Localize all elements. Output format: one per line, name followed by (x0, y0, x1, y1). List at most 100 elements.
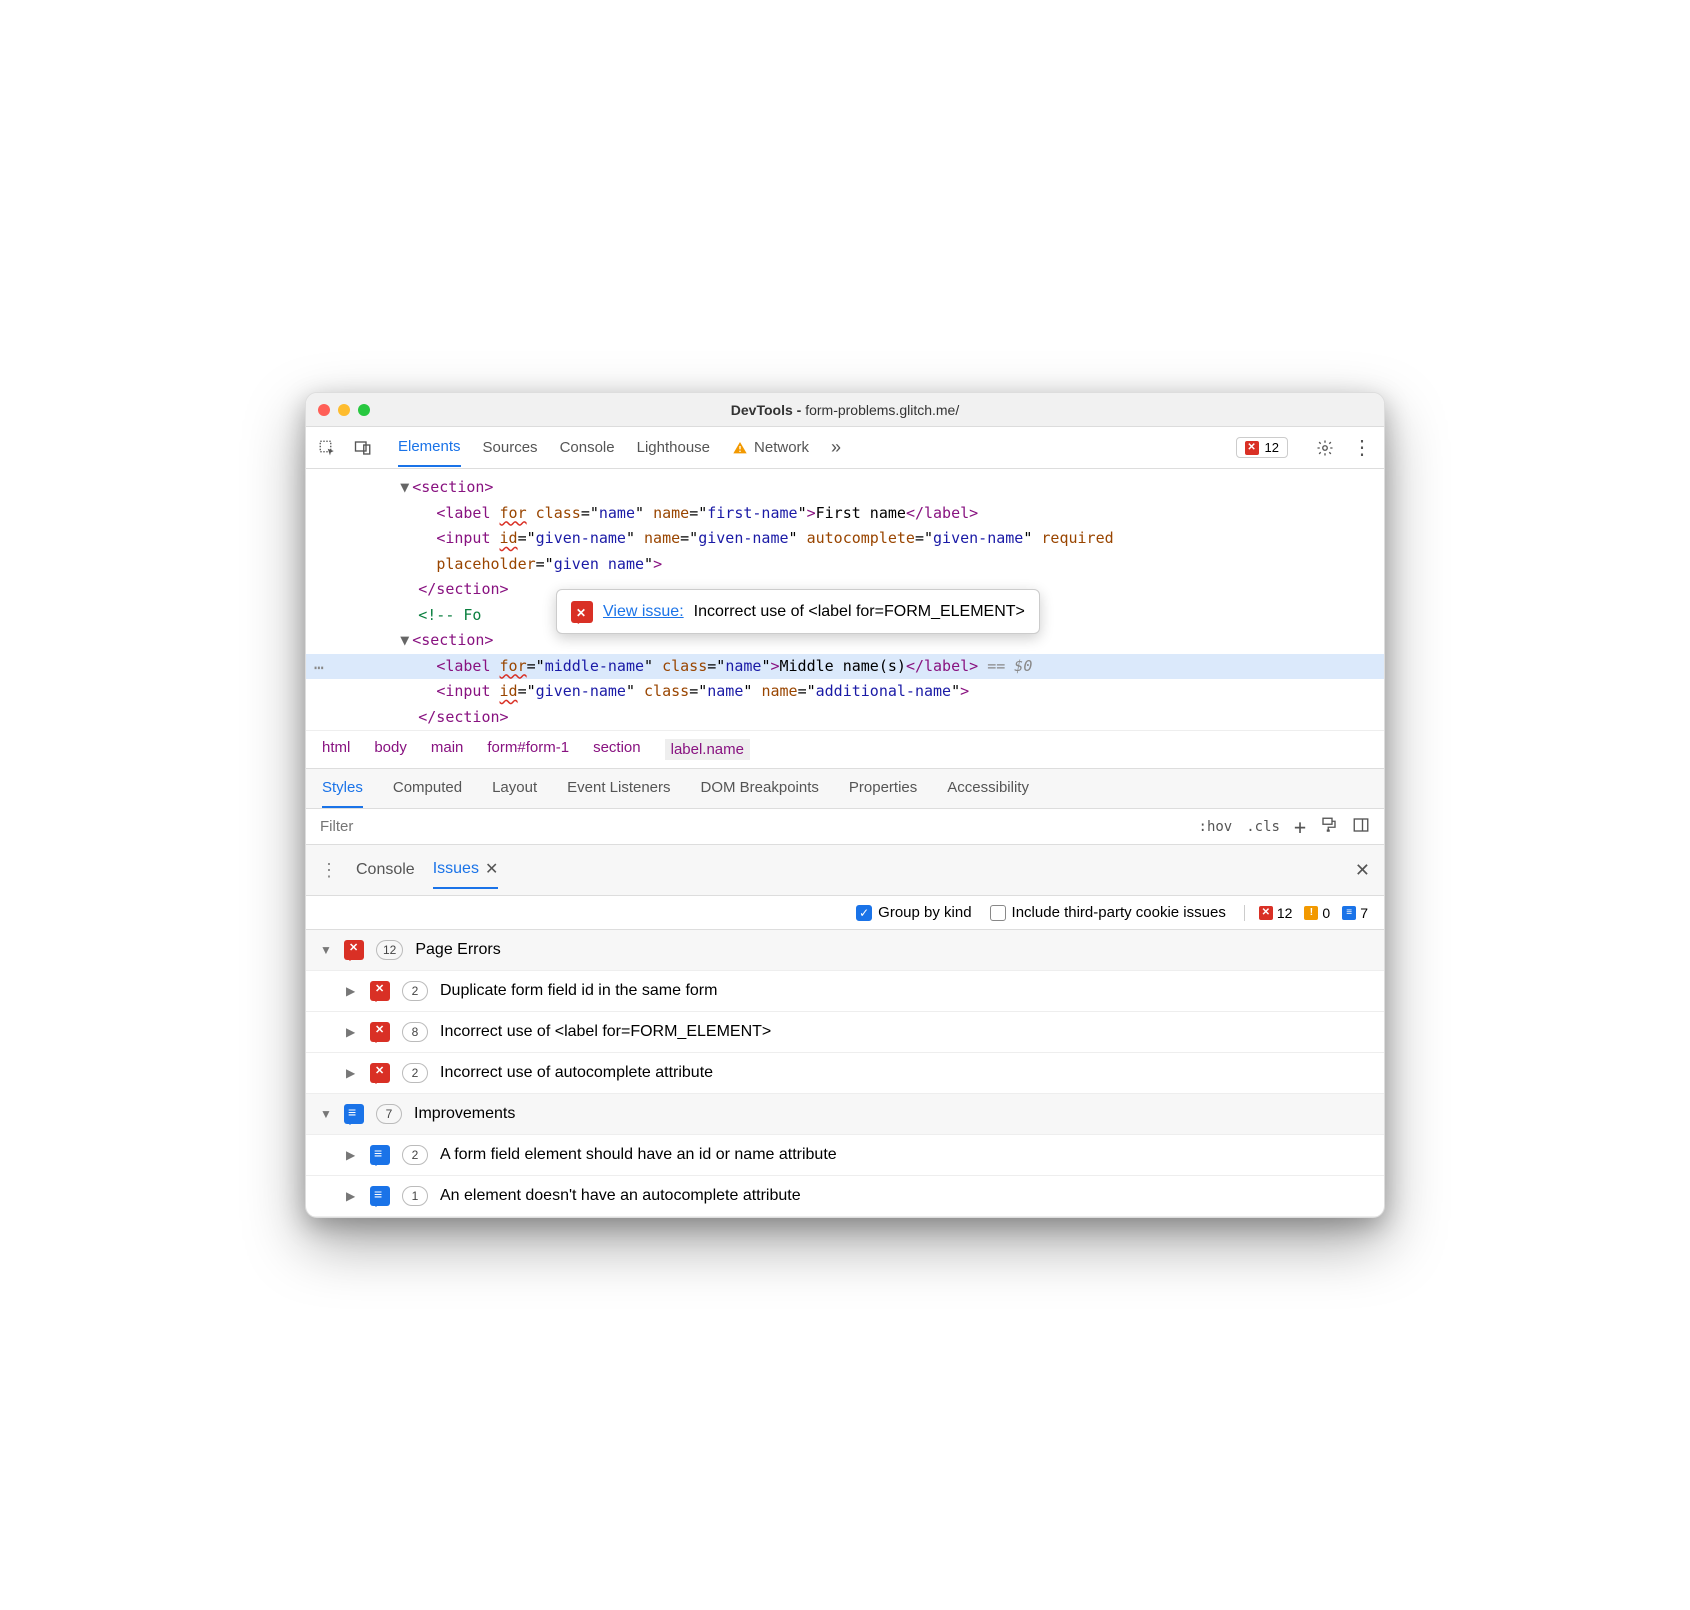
dom-row[interactable]: <label for class="name" name="first-name… (306, 501, 1384, 527)
disclosure-icon: ▶ (346, 984, 358, 998)
main-tabs: Elements Sources Console Lighthouse Netw… (398, 428, 841, 467)
new-style-rule-icon[interactable]: + (1294, 815, 1306, 839)
breadcrumb: html body main form#form-1 section label.name (306, 730, 1384, 769)
styles-tab[interactable]: Accessibility (947, 769, 1029, 808)
styles-tab[interactable]: Computed (393, 769, 462, 808)
styles-tab[interactable]: Event Listeners (567, 769, 670, 808)
dom-tree[interactable]: View issue: Incorrect use of <label for=… (306, 469, 1384, 730)
err-bubble-icon (370, 981, 390, 1001)
issue-group-label: Improvements (414, 1105, 515, 1123)
titlebar: DevTools - form-problems.glitch.me/ (306, 393, 1384, 427)
close-issues-tab-icon[interactable]: ✕ (485, 859, 498, 879)
issue-count-badge: 1 (402, 1186, 428, 1206)
issue-label: An element doesn't have an autocomplete … (440, 1187, 801, 1205)
issue-item[interactable]: ▶ 2 A form field element should have an … (306, 1135, 1384, 1176)
issue-group[interactable]: ▼ 12 Page Errors (306, 930, 1384, 971)
tooltip-text: Incorrect use of <label for=FORM_ELEMENT… (694, 598, 1025, 625)
issue-count-badge: 2 (402, 981, 428, 1001)
dom-row[interactable]: </section> (306, 705, 1384, 731)
issues-list: ▼ 12 Page Errors▶ 2 Duplicate form field… (306, 930, 1384, 1217)
breadcrumb-item[interactable]: section (593, 739, 641, 760)
view-issue-link[interactable]: View issue: (603, 598, 684, 625)
styles-tab[interactable]: Properties (849, 769, 917, 808)
inspect-element-icon[interactable] (318, 439, 336, 457)
issue-item[interactable]: ▶ 2 Duplicate form field id in the same … (306, 971, 1384, 1012)
styles-tabs: Styles Computed Layout Event Listeners DOM B… (306, 769, 1384, 809)
err-bubble-icon (370, 1063, 390, 1083)
group-by-kind-checkbox[interactable]: ✓ Group by kind (856, 904, 971, 921)
error-count: 12 (1265, 440, 1279, 455)
checkbox-icon (990, 905, 1006, 921)
tab-network[interactable]: Network (732, 429, 809, 466)
device-toggle-icon[interactable] (354, 439, 372, 457)
styles-filter-row: :hov .cls + (306, 809, 1384, 845)
checkbox-icon: ✓ (856, 905, 872, 921)
disclosure-icon: ▼ (320, 943, 332, 957)
paint-icon[interactable] (1320, 816, 1338, 838)
tab-lighthouse[interactable]: Lighthouse (637, 429, 710, 466)
disclosure-icon: ▶ (346, 1025, 358, 1039)
error-icon: ✕ (1259, 906, 1273, 920)
info-bubble-icon (370, 1186, 390, 1206)
issue-group[interactable]: ▼ 7 Improvements (306, 1094, 1384, 1135)
issue-item[interactable]: ▶ 1 An element doesn't have an autocompl… (306, 1176, 1384, 1217)
disclosure-icon: ▼ (320, 1107, 332, 1121)
info-bubble-icon (370, 1145, 390, 1165)
error-count-chip[interactable]: ✕ 12 (1236, 437, 1288, 458)
issue-count-badge: 2 (402, 1063, 428, 1083)
dom-row[interactable]: <label for="middle-name" class="name">Mi… (306, 654, 1384, 680)
error-icon: ✕ (1245, 441, 1259, 455)
issue-counts: ✕12 !0 ≡7 (1244, 905, 1368, 921)
settings-icon[interactable] (1316, 439, 1334, 457)
tab-sources[interactable]: Sources (483, 429, 538, 466)
warning-icon (732, 440, 748, 456)
info-bubble-icon (344, 1104, 364, 1124)
hov-toggle[interactable]: :hov (1199, 819, 1233, 835)
issue-count-badge: 12 (376, 940, 403, 960)
third-party-checkbox[interactable]: Include third-party cookie issues (990, 904, 1226, 921)
toggle-sidebar-icon[interactable] (1352, 816, 1370, 838)
main-toolbar: Elements Sources Console Lighthouse Netw… (306, 427, 1384, 469)
disclosure-icon: ▶ (346, 1066, 358, 1080)
breadcrumb-item[interactable]: main (431, 739, 464, 760)
issue-tooltip: View issue: Incorrect use of <label for=… (556, 589, 1040, 634)
err-bubble-icon (370, 1022, 390, 1042)
dom-row[interactable]: placeholder="given name"> (306, 552, 1384, 578)
drawer-header: ⋮ Console Issues ✕ ✕ (306, 845, 1384, 896)
tabs-overflow-button[interactable]: » (831, 437, 841, 458)
warning-icon: ! (1304, 906, 1318, 920)
more-menu-icon[interactable]: ⋮ (1352, 435, 1372, 460)
dom-row[interactable]: ▼<section> (306, 475, 1384, 501)
issue-label: Duplicate form field id in the same form (440, 982, 717, 1000)
issue-count-badge: 7 (376, 1104, 402, 1124)
tab-console[interactable]: Console (560, 429, 615, 466)
issue-group-label: Page Errors (415, 941, 500, 959)
tab-elements[interactable]: Elements (398, 428, 461, 467)
disclosure-icon: ▶ (346, 1148, 358, 1162)
cls-toggle[interactable]: .cls (1246, 819, 1280, 835)
styles-tab[interactable]: DOM Breakpoints (701, 769, 819, 808)
issue-label: Incorrect use of <label for=FORM_ELEMENT… (440, 1023, 771, 1041)
breadcrumb-item[interactable]: label.name (665, 739, 750, 760)
drawer-tab-issues[interactable]: Issues ✕ (433, 851, 499, 889)
issue-count-badge: 8 (402, 1022, 428, 1042)
drawer-menu-icon[interactable]: ⋮ (320, 860, 338, 881)
devtools-window: DevTools - form-problems.glitch.me/ Elem… (305, 392, 1385, 1218)
issue-label: A form field element should have an id o… (440, 1146, 837, 1164)
styles-tab[interactable]: Styles (322, 769, 363, 808)
drawer-tab-console[interactable]: Console (356, 853, 415, 887)
dom-row[interactable]: <input id="given-name" name="given-name"… (306, 526, 1384, 552)
error-bubble-icon (571, 601, 593, 623)
issue-item[interactable]: ▶ 2 Incorrect use of autocomplete attrib… (306, 1053, 1384, 1094)
styles-filter-input[interactable] (306, 818, 1185, 835)
close-drawer-icon[interactable]: ✕ (1355, 860, 1370, 881)
dom-row[interactable]: <input id="given-name" class="name" name… (306, 679, 1384, 705)
breadcrumb-item[interactable]: html (322, 739, 350, 760)
issue-label: Incorrect use of autocomplete attribute (440, 1064, 713, 1082)
window-title: DevTools - form-problems.glitch.me/ (306, 402, 1384, 418)
err-bubble-icon (344, 940, 364, 960)
breadcrumb-item[interactable]: body (374, 739, 407, 760)
styles-tab[interactable]: Layout (492, 769, 537, 808)
breadcrumb-item[interactable]: form#form-1 (487, 739, 569, 760)
issue-item[interactable]: ▶ 8 Incorrect use of <label for=FORM_ELE… (306, 1012, 1384, 1053)
